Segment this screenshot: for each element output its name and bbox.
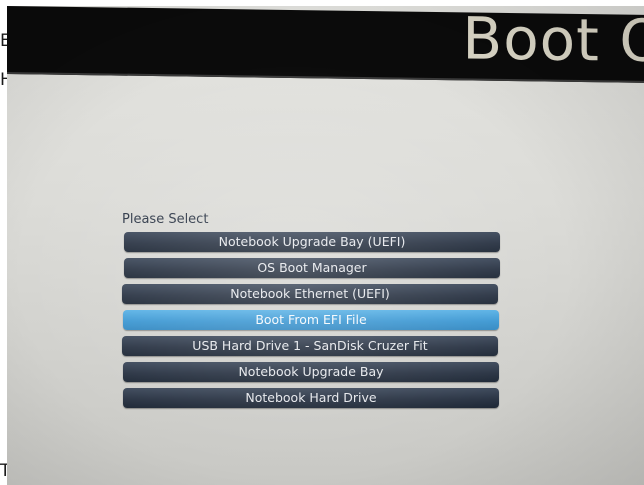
boot-option-hard-drive[interactable]: Notebook Hard Drive: [123, 388, 499, 408]
header-band: Boot O: [7, 6, 644, 83]
boot-menu: Please Select Notebook Upgrade Bay (UEFI…: [122, 212, 507, 414]
page: E H T Boot O Please Select Notebook Upgr…: [0, 0, 644, 485]
boot-screen-photo: Boot O Please Select Notebook Upgrade Ba…: [7, 6, 644, 485]
boot-option-upgrade-bay[interactable]: Notebook Upgrade Bay: [123, 362, 499, 382]
menu-prompt: Please Select: [122, 212, 209, 227]
boot-options-title: Boot O: [462, 6, 644, 76]
boot-device-list: Notebook Upgrade Bay (UEFI) OS Boot Mana…: [122, 232, 507, 408]
boot-option-ethernet-uefi[interactable]: Notebook Ethernet (UEFI): [122, 284, 498, 304]
boot-option-upgrade-bay-uefi[interactable]: Notebook Upgrade Bay (UEFI): [124, 232, 500, 252]
boot-option-usb-hard-drive[interactable]: USB Hard Drive 1 - SanDisk Cruzer Fit: [122, 336, 498, 356]
boot-option-os-boot-manager[interactable]: OS Boot Manager: [124, 258, 500, 278]
boot-option-efi-file[interactable]: Boot From EFI File: [123, 310, 499, 330]
